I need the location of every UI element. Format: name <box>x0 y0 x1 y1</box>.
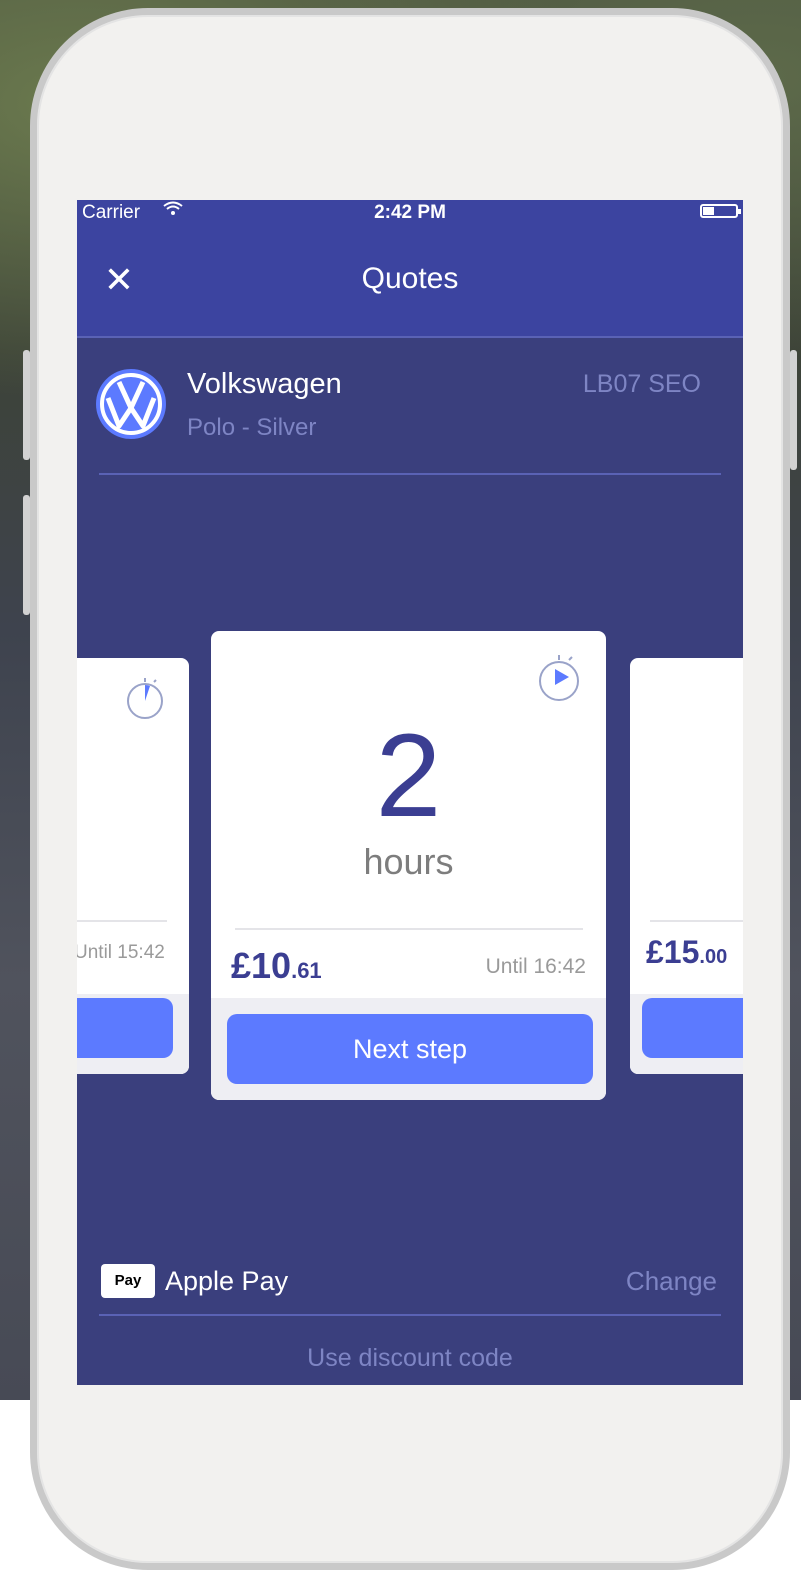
vehicle-plate: LB07 SEO <box>582 370 701 398</box>
timer-icon <box>539 655 579 701</box>
payment-divider <box>99 1314 721 1316</box>
quote-price: £10.61 <box>231 945 322 987</box>
page-title: Quotes <box>361 262 459 295</box>
vehicle-make: Volkswagen <box>187 368 342 400</box>
quote-price: £15.00 <box>646 934 727 971</box>
phone-volume-button <box>23 495 30 615</box>
quote-price-cents: .61 <box>291 958 322 983</box>
quote-price-main: £15 <box>646 934 700 970</box>
nav-bar: ✕ Quotes <box>77 226 743 338</box>
next-step-button[interactable]: Next step <box>227 1014 593 1084</box>
apple-pay-badge: Pay <box>101 1264 155 1298</box>
quote-until: Until 16:42 <box>485 955 586 978</box>
quote-card-previous[interactable]: Until 15:42 <box>77 658 189 1074</box>
vehicle-summary: Volkswagen Polo - Silver LB07 SEO <box>77 338 743 474</box>
quote-duration-unit: hours <box>363 841 454 882</box>
vehicle-model: Polo - Silver <box>187 414 317 441</box>
battery-fill <box>703 207 714 215</box>
payment-method-label: Apple Pay <box>165 1266 289 1296</box>
timer-icon <box>127 678 163 719</box>
quote-price-main: £10 <box>231 945 292 986</box>
card-separator <box>650 920 743 922</box>
quote-until: Until 15:42 <box>77 942 165 963</box>
quote-duration-value: 2 <box>375 710 442 842</box>
app-screen: Carrier 2:42 PM ✕ Quotes Volkswagen Polo… <box>77 200 743 1385</box>
status-bar: Carrier 2:42 PM <box>77 200 743 226</box>
change-payment-link[interactable]: Change <box>626 1266 717 1297</box>
vehicle-divider <box>99 473 721 475</box>
quote-card-next[interactable]: £15.00 <box>630 658 743 1074</box>
battery-icon <box>700 204 741 218</box>
phone-power-button <box>790 350 797 470</box>
quote-price-cents: .00 <box>699 946 728 968</box>
phone-mute-switch <box>23 350 30 460</box>
next-step-button-previous[interactable] <box>77 998 173 1058</box>
card-separator <box>235 928 583 930</box>
card-separator <box>77 920 167 922</box>
next-step-button-next[interactable] <box>642 998 743 1058</box>
quote-card-selected[interactable]: 2 hours £10.61 Until 16:42 Next step <box>211 631 606 1100</box>
volkswagen-logo-icon <box>96 369 166 439</box>
apple-pay-badge-text: Pay <box>114 1272 142 1289</box>
status-time: 2:42 PM <box>374 202 446 223</box>
discount-code-link[interactable]: Use discount code <box>77 1344 743 1373</box>
